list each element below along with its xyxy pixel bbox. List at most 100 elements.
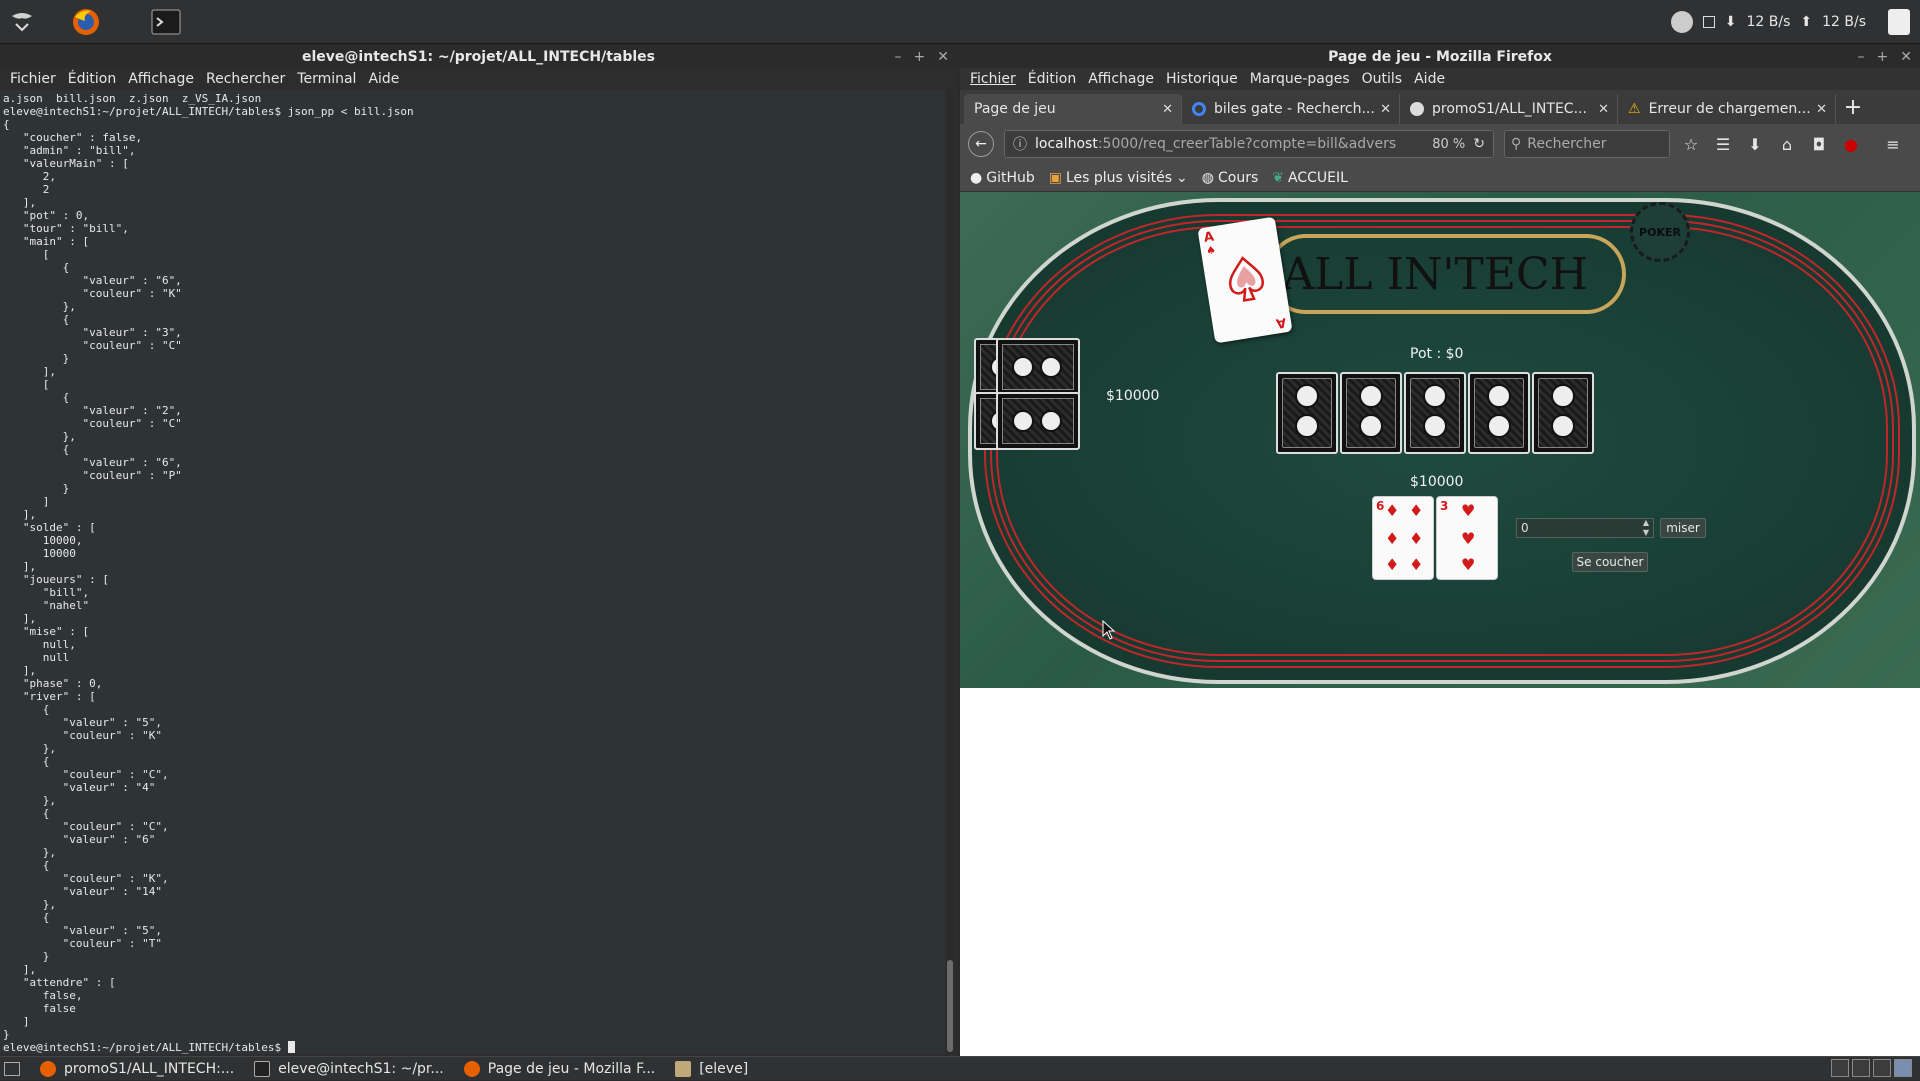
terminal-line: ] (3, 1015, 30, 1028)
tab-google-search[interactable]: biles gate - Recherch... ✕ (1182, 94, 1400, 124)
task-github-firefox[interactable]: promoS1/ALL_INTECH:... (30, 1057, 244, 1081)
bookmark-accueil[interactable]: ❦ ACCUEIL (1272, 170, 1348, 186)
terminal-line: 10000, (3, 534, 83, 547)
back-arrow-icon[interactable]: ← (968, 131, 994, 157)
menu-affichage[interactable]: Affichage (122, 68, 200, 90)
menu-fichier[interactable]: Fichier (964, 68, 1022, 90)
task-label: Page de jeu - Mozilla F... (487, 1060, 656, 1077)
menu-launcher-icon[interactable] (6, 6, 38, 38)
battery-icon[interactable] (1888, 9, 1910, 35)
task-page-de-jeu[interactable]: Page de jeu - Mozilla F... (454, 1057, 665, 1081)
reload-icon[interactable]: ↻ (1473, 136, 1485, 152)
globe-icon: ◍ (1201, 169, 1214, 186)
minimize-icon[interactable]: – (1858, 48, 1865, 66)
diamond-icon: ♦ (1385, 555, 1400, 574)
ublock-icon[interactable]: ● (1840, 135, 1862, 154)
menu-edition[interactable]: Édition (1022, 68, 1082, 90)
workspace-switcher (1831, 1059, 1912, 1077)
spinner-down-icon[interactable]: ▼ (1640, 528, 1652, 537)
terminal-line: "valeur" : "6" (3, 833, 156, 846)
task-terminal[interactable]: eleve@intechS1: ~/pr... (244, 1057, 454, 1081)
menu-historique[interactable]: Historique (1160, 68, 1244, 90)
terminal-line: null, (3, 638, 76, 651)
terminal-scrollbar[interactable] (947, 90, 953, 1054)
bookmark-most-visited[interactable]: ▣ Les plus visités ⌄ (1049, 170, 1188, 186)
bet-button[interactable]: miser (1660, 518, 1706, 538)
info-icon[interactable]: ⓘ (1013, 134, 1027, 154)
terminal-prompt: eleve@intechS1:~/projet/ALL_INTECH/table… (3, 1041, 288, 1054)
new-tab-button[interactable]: + (1836, 94, 1870, 124)
task-file-manager[interactable]: [eleve] (665, 1057, 758, 1081)
downloads-icon[interactable]: ⬇ (1744, 135, 1766, 154)
card-rank: 6 (1376, 499, 1385, 513)
terminal-line: "solde" : [ (3, 521, 96, 534)
tab-github[interactable]: promoS1/ALL_INTEC... ✕ (1400, 94, 1618, 124)
terminal-line: { (3, 807, 50, 820)
card-back-motif-icon (1295, 384, 1319, 408)
menu-aide[interactable]: Aide (1408, 68, 1451, 90)
tab-error[interactable]: ⚠ Erreur de chargemen... ✕ (1618, 94, 1836, 124)
search-input[interactable]: ⚲ Rechercher (1504, 130, 1670, 158)
terminal-line: ], (3, 365, 56, 378)
close-tab-icon[interactable]: ✕ (1380, 102, 1391, 117)
menu-affichage[interactable]: Affichage (1082, 68, 1160, 90)
bookmark-github[interactable]: ● GitHub (970, 170, 1035, 186)
spinner-up-icon[interactable]: ▲ (1640, 518, 1652, 527)
workspace-3[interactable] (1873, 1059, 1891, 1077)
workspace-1[interactable] (1831, 1059, 1849, 1077)
maximize-icon[interactable]: + (1877, 48, 1889, 66)
terminal-window: eleve@intechS1: ~/projet/ALL_INTECH/tabl… (0, 48, 957, 1056)
bookmark-cours[interactable]: ◍ Cours (1202, 170, 1258, 186)
system-tray: ⬇ 12 B/s ⬆ 12 B/s (1670, 0, 1910, 44)
menu-edition[interactable]: Édition (62, 68, 122, 90)
menu-outils[interactable]: Outils (1356, 68, 1408, 90)
menu-rechercher[interactable]: Rechercher (200, 68, 291, 90)
top-panel: ⬇ 12 B/s ⬆ 12 B/s (0, 0, 1920, 44)
terminal-launcher-icon[interactable] (150, 6, 182, 38)
home-icon[interactable]: ⌂ (1776, 135, 1798, 154)
menu-aide[interactable]: Aide (362, 68, 405, 90)
weather-icon[interactable] (1670, 11, 1693, 33)
bookmarks-library-icon[interactable]: ☰ (1712, 135, 1734, 154)
url-bar[interactable]: ⓘ localhost:5000/req_creerTable?compte=b… (1004, 130, 1494, 158)
terminal-line: }, (3, 794, 56, 807)
menu-fichier[interactable]: Fichier (4, 68, 62, 90)
close-tab-icon[interactable]: ✕ (1598, 102, 1609, 117)
hamburger-menu-icon[interactable]: ≡ (1882, 135, 1904, 154)
close-icon[interactable]: ✕ (937, 48, 949, 66)
menu-terminal[interactable]: Terminal (291, 68, 362, 90)
tab-page-de-jeu[interactable]: Page de jeu ✕ (964, 94, 1182, 124)
maximize-icon[interactable]: + (914, 48, 926, 66)
close-tab-icon[interactable]: ✕ (1162, 102, 1173, 117)
zoom-level[interactable]: 80 % (1432, 137, 1465, 152)
net-up-rate: 12 B/s (1822, 14, 1866, 30)
terminal-line: a.json bill.json z.json z_VS_IA.json (3, 92, 262, 105)
terminal-line: "couleur" : "C", (3, 820, 169, 833)
heart-icon: ♥ (1461, 501, 1476, 520)
card-back-motif-icon (1359, 414, 1383, 438)
community-card-back (1340, 372, 1402, 454)
card-back-motif-icon (1487, 384, 1511, 408)
terminal-titlebar[interactable]: eleve@intechS1: ~/projet/ALL_INTECH/tabl… (0, 48, 957, 68)
workspace-4[interactable] (1894, 1059, 1912, 1077)
fold-button[interactable]: Se coucher (1572, 552, 1648, 572)
menu-marque-pages[interactable]: Marque-pages (1244, 68, 1356, 90)
terminal-line: } (3, 1028, 10, 1041)
bet-amount-input[interactable] (1516, 518, 1654, 538)
minimize-icon[interactable]: – (895, 48, 902, 66)
terminal-line: { (3, 859, 50, 872)
firefox-titlebar[interactable]: Page de jeu - Mozilla Firefox – + ✕ (960, 48, 1920, 68)
firefox-launcher-icon[interactable] (70, 6, 102, 38)
scrollbar-thumb[interactable] (947, 960, 953, 1052)
workspace-2[interactable] (1852, 1059, 1870, 1077)
bookmark-star-icon[interactable]: ☆ (1680, 135, 1702, 154)
terminal-output[interactable]: a.json bill.json z.json z_VS_IA.jsonelev… (0, 90, 945, 1054)
card-back-motif-icon (1423, 414, 1447, 438)
close-tab-icon[interactable]: ✕ (1816, 102, 1827, 117)
terminal-line: }, (3, 898, 56, 911)
close-icon[interactable]: ✕ (1900, 48, 1912, 66)
card-back-motif-icon (1551, 384, 1575, 408)
show-desktop-icon[interactable] (4, 1061, 20, 1076)
pocket-icon[interactable]: ◘ (1808, 135, 1830, 154)
chip-text: POKER (1639, 225, 1681, 239)
